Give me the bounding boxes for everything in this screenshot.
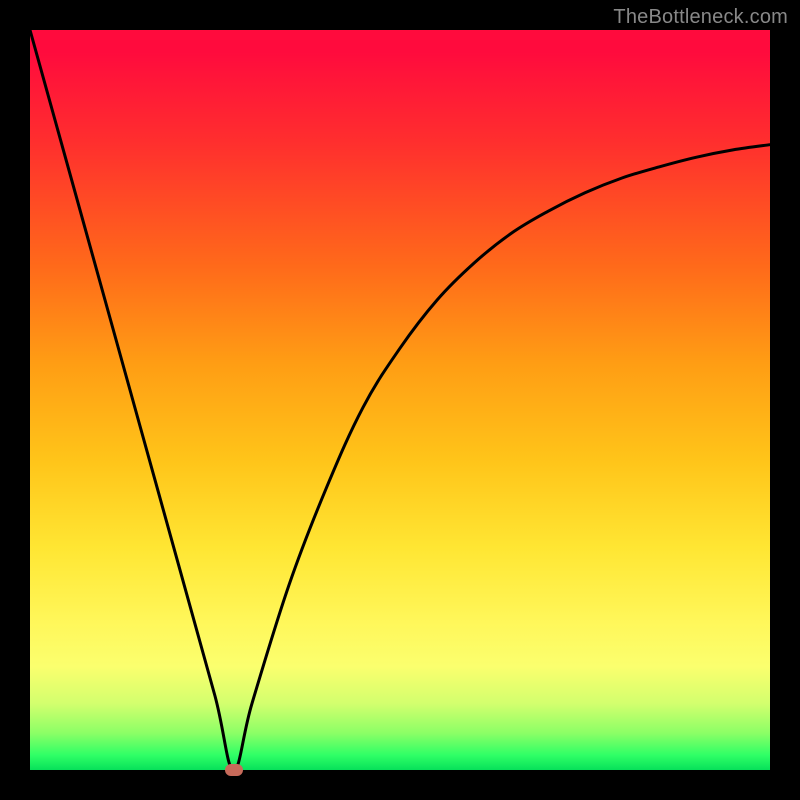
minimum-marker xyxy=(225,764,243,776)
curve-svg xyxy=(30,30,770,770)
watermark-text: TheBottleneck.com xyxy=(613,6,788,29)
bottleneck-curve xyxy=(30,30,770,770)
plot-area xyxy=(30,30,770,770)
chart-frame: TheBottleneck.com xyxy=(0,0,800,800)
